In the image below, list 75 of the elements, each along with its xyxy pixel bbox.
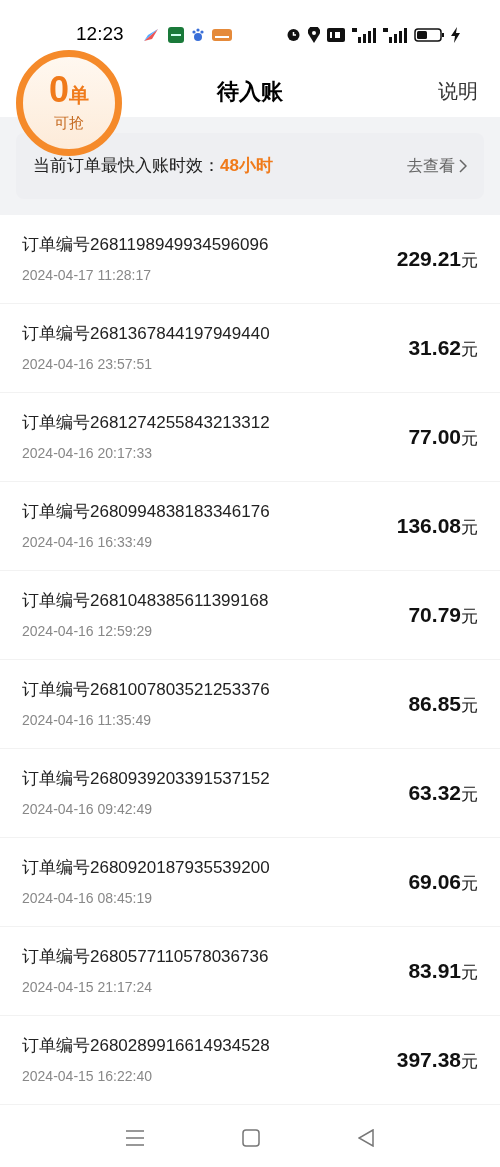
order-number: 订单编号2681007803521253376 — [22, 678, 270, 701]
order-amount: 63.32 — [408, 780, 461, 807]
status-time: 12:23 — [76, 22, 124, 47]
order-amount: 229.21 — [396, 246, 461, 273]
order-time: 2024-04-16 11:35:49 — [22, 711, 152, 731]
signal-icon — [383, 26, 407, 43]
currency-unit: 元 — [461, 695, 478, 718]
order-amount: 86.85 — [408, 691, 461, 718]
order-row[interactable]: 订单编号2680939203391537152 2024-04-16 09:42:49 63.32元 — [0, 749, 500, 838]
order-number: 订单编号2680289916614934528 — [22, 1034, 270, 1057]
order-number: 订单编号2680577110578036736 — [22, 945, 269, 968]
order-amount: 31.62 — [408, 335, 461, 362]
order-time: 2024-04-16 12:59:29 — [22, 622, 153, 642]
order-row[interactable]: 订单编号2680577110578036736 2024-04-15 21:17:24 83.91元 — [0, 927, 500, 1016]
currency-unit: 元 — [461, 873, 478, 896]
currency-unit: 元 — [461, 784, 478, 807]
order-count: 0 — [49, 71, 69, 108]
help-link[interactable]: 说明 — [438, 76, 478, 106]
compass-app-icon — [141, 26, 160, 43]
back-icon[interactable] — [358, 1129, 374, 1147]
order-unit: 单 — [69, 84, 89, 105]
banner-label: 当前订单最快入账时效： — [33, 155, 220, 178]
order-number: 订单编号2681367844197949440 — [22, 322, 270, 345]
order-time: 2024-04-15 16:22:40 — [22, 1067, 153, 1087]
charging-icon — [451, 26, 460, 43]
order-amount: 77.00 — [408, 424, 461, 451]
alarm-icon — [286, 27, 301, 42]
order-time: 2024-04-15 21:17:24 — [22, 978, 153, 998]
order-row[interactable]: 订单编号2681198949934596096 2024-04-17 11:28:17 229.21元 — [0, 215, 500, 304]
currency-unit: 元 — [461, 962, 478, 985]
view-link[interactable]: 去查看 — [407, 154, 467, 178]
order-time: 2024-04-16 09:42:49 — [22, 800, 153, 820]
order-number: 订单编号2680994838183346176 — [22, 500, 270, 523]
order-number: 订单编号2681048385611399168 — [22, 589, 269, 612]
order-number: 订单编号2680939203391537152 — [22, 767, 270, 790]
currency-unit: 元 — [461, 250, 478, 273]
order-amount: 136.08 — [396, 513, 461, 540]
order-row[interactable]: 订单编号2680289916614934528 2024-04-15 16:22:40 397.38元 — [0, 1016, 500, 1105]
order-time: 2024-04-16 16:33:49 — [22, 533, 153, 553]
order-time: 2024-04-17 11:28:17 — [22, 266, 152, 286]
currency-unit: 元 — [461, 339, 478, 362]
order-row[interactable]: 订单编号2680920187935539200 2024-04-16 08:45:19 69.06元 — [0, 838, 500, 927]
currency-unit: 元 — [461, 428, 478, 451]
order-time: 2024-04-16 20:17:33 — [22, 444, 153, 464]
order-number: 订单编号2681198949934596096 — [22, 233, 269, 256]
order-amount: 83.91 — [408, 958, 461, 985]
page-title: 待入账 — [217, 77, 283, 106]
home-icon[interactable] — [242, 1129, 260, 1147]
order-row[interactable]: 订单编号2680994838183346176 2024-04-16 16:33:49 136.08元 — [0, 482, 500, 571]
order-amount: 397.38 — [396, 1047, 461, 1074]
order-number: 订单编号2680920187935539200 — [22, 856, 270, 879]
order-row[interactable]: 订单编号2681048385611399168 2024-04-16 12:59:29 70.79元 — [0, 571, 500, 660]
currency-unit: 元 — [461, 606, 478, 629]
order-row[interactable]: 订单编号2681007803521253376 2024-04-16 11:35:49 86.85元 — [0, 660, 500, 749]
paw-icon — [191, 27, 204, 42]
signal-icon — [352, 26, 376, 43]
order-time: 2024-04-16 08:45:19 — [22, 889, 153, 909]
settlement-time: 48小时 — [220, 155, 273, 178]
order-time: 2024-04-16 23:57:51 — [22, 355, 153, 375]
location-icon — [308, 26, 320, 43]
chevron-right-icon — [459, 159, 467, 173]
order-number: 订单编号2681274255843213312 — [22, 411, 270, 434]
currency-unit: 元 — [461, 517, 478, 540]
badge-caption: 可抢 — [54, 112, 84, 133]
app-icon — [167, 26, 184, 43]
app-icon — [211, 28, 232, 41]
hd-icon — [327, 27, 345, 42]
order-row[interactable]: 订单编号2681367844197949440 2024-04-16 23:57:51 31.62元 — [0, 304, 500, 393]
order-amount: 69.06 — [408, 869, 461, 896]
currency-unit: 元 — [461, 1051, 478, 1074]
menu-icon[interactable] — [126, 1130, 144, 1146]
available-orders-badge[interactable]: 0单 可抢 — [16, 50, 122, 156]
order-amount: 70.79 — [408, 602, 461, 629]
order-row[interactable]: 订单编号2681274255843213312 2024-04-16 20:17:33 77.00元 — [0, 393, 500, 482]
battery-icon — [414, 26, 444, 43]
